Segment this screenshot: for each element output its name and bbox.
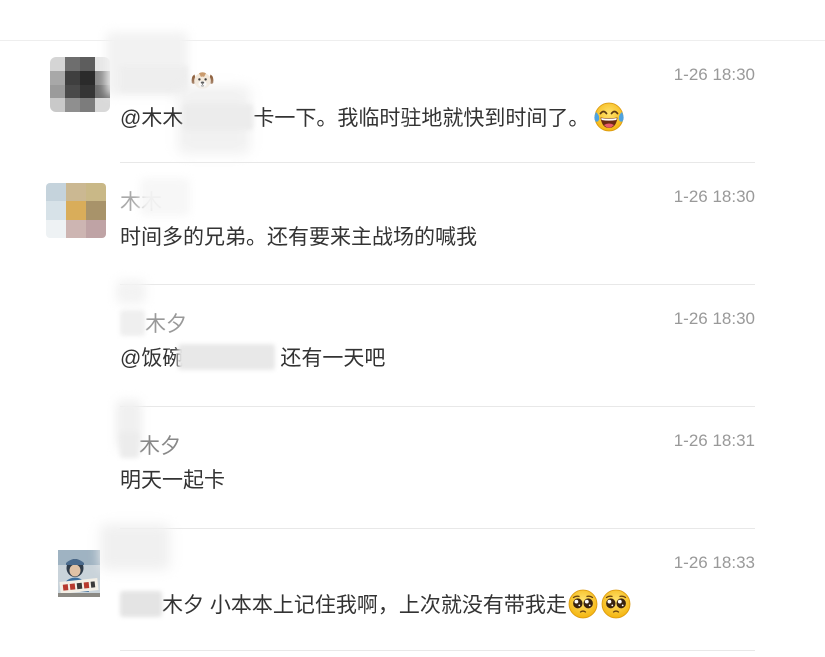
avatar-pixel bbox=[86, 201, 106, 220]
message-body: 还有一天吧 bbox=[280, 347, 386, 370]
avatar-pixel bbox=[80, 57, 95, 71]
avatar[interactable] bbox=[50, 57, 110, 112]
message-body: 明天一起卡 bbox=[120, 469, 225, 492]
timestamp: 1-26 18:30 bbox=[673, 187, 755, 206]
divider bbox=[120, 650, 755, 651]
mention-link[interactable]: @木木 bbox=[120, 102, 183, 132]
avatar-pixel bbox=[86, 183, 106, 202]
redacted-name bbox=[120, 310, 145, 336]
avatar-pixel bbox=[46, 219, 66, 238]
avatar-pixel bbox=[80, 84, 95, 99]
message-text: 木夕 小本本上记住我啊，上次就没有带我走 bbox=[120, 588, 632, 620]
avatar-pixel bbox=[50, 57, 65, 71]
avatar-pixel bbox=[65, 84, 80, 99]
timestamp: 1-26 18:31 bbox=[673, 431, 755, 450]
avatar-pixel bbox=[65, 98, 80, 112]
avatar-pixel bbox=[80, 70, 95, 85]
comment-item: 木夕 1-26 18:31 明天一起卡 bbox=[0, 400, 825, 529]
timestamp: 1-26 18:33 bbox=[673, 553, 755, 572]
username-text: 木夕 bbox=[145, 313, 187, 336]
avatar-pixel bbox=[66, 219, 86, 238]
pleading-face-emoji-icon bbox=[601, 589, 631, 619]
message-text: 时间多的兄弟。还有要来主战场的喊我 bbox=[120, 220, 477, 252]
comment-item: 1-26 18:33 木夕 小本本上记住我啊，上次就没有带我走 bbox=[0, 524, 825, 651]
avatar-pixel bbox=[65, 70, 80, 85]
avatar-pixel bbox=[95, 98, 110, 112]
redacted-blur bbox=[100, 524, 170, 570]
comment-item: 木木 1-26 18:30 时间多的兄弟。还有要来主战场的喊我 bbox=[0, 162, 825, 285]
avatar-pixel bbox=[50, 70, 65, 85]
avatar-pixel bbox=[46, 201, 66, 220]
redacted-text bbox=[183, 104, 254, 130]
message-body: 时间多的兄弟。还有要来主战场的喊我 bbox=[120, 226, 477, 249]
username[interactable]: 木夕 bbox=[120, 310, 187, 336]
avatar-pixel bbox=[65, 57, 80, 71]
avatar-pixel bbox=[50, 98, 65, 112]
avatar-pixel bbox=[86, 219, 106, 238]
timestamp: 1-26 18:30 bbox=[673, 309, 755, 328]
message-body: 木夕 小本本上记住我啊，上次就没有带我走 bbox=[162, 594, 567, 617]
pleading-face-emoji-icon bbox=[568, 589, 598, 619]
avatar[interactable] bbox=[58, 550, 100, 597]
message-text: 明天一起卡 bbox=[120, 463, 225, 495]
avatar-pixel bbox=[80, 98, 95, 112]
redacted-text bbox=[178, 344, 276, 370]
avatar-pixel bbox=[66, 183, 86, 202]
timestamp: 1-26 18:30 bbox=[673, 65, 755, 84]
redacted-blur bbox=[116, 280, 146, 304]
redacted-name bbox=[120, 432, 139, 458]
comment-item: 1-26 18:30 @木木 卡一下。我临时驻地就快到时间了。 bbox=[0, 32, 825, 163]
avatar-pixel bbox=[50, 84, 65, 99]
comment-item: 木夕 1-26 18:30 @饭碗 还有一天吧 bbox=[0, 280, 825, 407]
message-text: @木木 卡一下。我临时驻地就快到时间了。 bbox=[120, 101, 625, 133]
username-text: 木夕 bbox=[139, 435, 181, 458]
message-body: 卡一下。我临时驻地就快到时间了。 bbox=[253, 107, 590, 130]
avatar-pixel bbox=[66, 201, 86, 220]
avatar-pixel bbox=[46, 183, 66, 202]
redacted-blur bbox=[140, 178, 190, 216]
face-with-tears-of-joy-emoji-icon bbox=[594, 102, 624, 132]
username[interactable]: 木夕 bbox=[120, 432, 181, 458]
avatar[interactable] bbox=[46, 183, 106, 238]
message-text: @饭碗 还有一天吧 bbox=[120, 341, 385, 373]
mention-link[interactable]: @饭碗 bbox=[120, 342, 183, 372]
redacted-text bbox=[120, 591, 162, 617]
